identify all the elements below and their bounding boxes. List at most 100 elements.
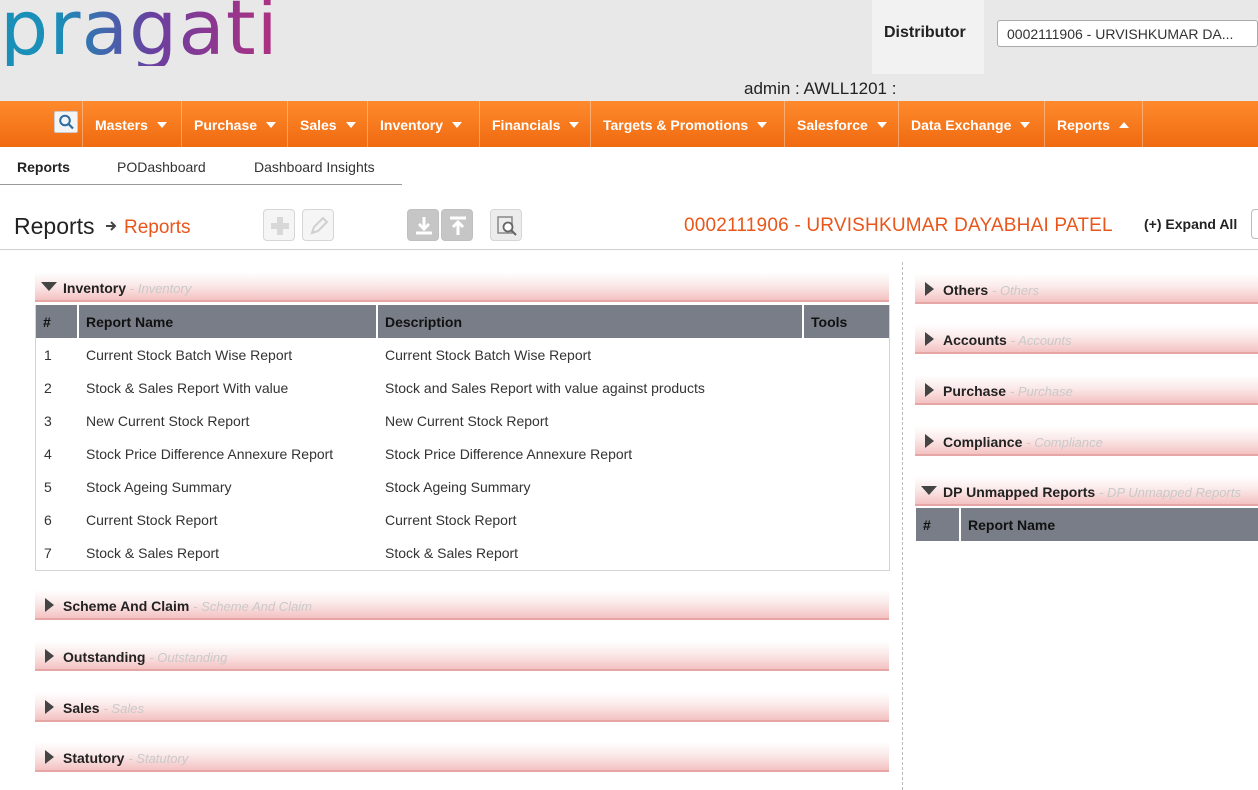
section-purchase-subtitle: - Purchase xyxy=(1009,384,1073,399)
caret-right-icon xyxy=(925,332,934,346)
section-sales[interactable]: Sales - Sales xyxy=(35,692,889,722)
section-compliance-subtitle: - Compliance xyxy=(1026,435,1103,450)
section-statutory-title: Statutory xyxy=(63,750,125,766)
row-number: 3 xyxy=(44,412,52,429)
caret-down-icon xyxy=(921,486,937,495)
caret-down-icon xyxy=(41,282,57,291)
table-row[interactable]: 5 Stock Ageing Summary Stock Ageing Summar… xyxy=(36,470,889,503)
section-accounts[interactable]: Accounts - Accounts xyxy=(915,324,1258,354)
report-name-link[interactable]: Current Stock Report xyxy=(78,503,377,536)
section-compliance-title: Compliance xyxy=(943,434,1023,450)
section-sales-subtitle: - Sales xyxy=(103,701,144,716)
breadcrumb-current[interactable]: Reports xyxy=(124,217,191,239)
chevron-down-icon xyxy=(569,122,580,128)
nav-data-exchange-label: Data Exchange xyxy=(911,117,1012,133)
chevron-down-icon xyxy=(345,122,356,128)
section-compliance[interactable]: Compliance - Compliance xyxy=(915,426,1258,456)
download-button[interactable] xyxy=(407,209,439,241)
report-name-link[interactable]: Stock & Sales Report With value xyxy=(78,371,377,404)
report-description: Stock Ageing Summary xyxy=(385,478,531,495)
report-name-link[interactable]: New Current Stock Report xyxy=(78,404,377,437)
table-row[interactable]: 3 New Current Stock Report New Current Sto… xyxy=(36,404,889,437)
section-outstanding[interactable]: Outstanding - Outstanding xyxy=(35,641,889,671)
section-dp-unmapped-reports[interactable]: DP Unmapped Reports - DP Unmapped Report… xyxy=(915,476,1258,506)
nav-salesforce-label: Salesforce xyxy=(797,117,868,133)
table-row[interactable]: 6 Current Stock Report Current Stock Repor… xyxy=(36,503,889,536)
report-name-link[interactable]: Stock & Sales Report xyxy=(78,536,377,569)
row-number: 2 xyxy=(44,379,52,396)
add-button[interactable] xyxy=(263,209,295,241)
column-header-description[interactable]: Description xyxy=(377,305,804,338)
table-row[interactable]: 4 Stock Price Difference Annexure Report S… xyxy=(36,437,889,470)
arrow-right-icon xyxy=(106,221,117,231)
nav-reports-label: Reports xyxy=(1057,117,1110,133)
nav-purchase[interactable]: Purchase xyxy=(194,101,277,147)
collapse-all-button[interactable] xyxy=(1251,209,1258,239)
section-purchase[interactable]: Purchase - Purchase xyxy=(915,375,1258,405)
upload-button[interactable] xyxy=(441,209,473,241)
report-name-link[interactable]: Stock Ageing Summary xyxy=(78,470,377,503)
divider xyxy=(0,249,1258,250)
report-description: New Current Stock Report xyxy=(385,412,549,429)
search-icon xyxy=(59,114,74,130)
column-header-report-name[interactable]: Report Name xyxy=(78,305,378,338)
table-row[interactable]: 7 Stock & Sales Report Stock & Sales Repor… xyxy=(36,536,889,569)
nav-reports[interactable]: Reports xyxy=(1057,101,1129,147)
table-row[interactable]: 2 Stock & Sales Report With value Stock an… xyxy=(36,371,889,404)
preview-button[interactable] xyxy=(490,209,522,241)
report-name-link[interactable]: Stock Price Difference Annexure Report xyxy=(78,437,377,470)
report-tools xyxy=(803,371,889,404)
section-dp-unmapped-title: DP Unmapped Reports xyxy=(943,484,1096,500)
report-description: Stock and Sales Report with value agains… xyxy=(385,379,705,396)
download-icon xyxy=(416,217,432,235)
caret-right-icon xyxy=(45,598,54,612)
table-header-row: # Report Name xyxy=(916,508,1258,541)
section-scheme-and-claim[interactable]: Scheme And Claim - Scheme And Claim xyxy=(35,590,889,620)
report-tools xyxy=(803,338,889,371)
column-header-tools: Tools xyxy=(803,305,889,338)
section-statutory[interactable]: Statutory - Statutory xyxy=(35,742,889,772)
report-name-link[interactable]: Current Stock Batch Wise Report xyxy=(78,338,377,371)
section-others-title: Others xyxy=(943,282,989,298)
expand-all-link[interactable]: (+) Expand All xyxy=(1144,216,1237,232)
nav-salesforce[interactable]: Salesforce xyxy=(797,101,887,147)
nav-inventory[interactable]: Inventory xyxy=(380,101,463,147)
section-inventory[interactable]: Inventory - Inventory xyxy=(35,272,889,302)
tab-reports[interactable]: Reports xyxy=(17,159,70,175)
section-scheme-title: Scheme And Claim xyxy=(63,598,190,614)
table-row[interactable]: 1 Current Stock Batch Wise Report Current … xyxy=(36,338,889,371)
row-number: 4 xyxy=(44,445,52,462)
admin-user-info: admin : AWLL1201 : xyxy=(744,79,897,98)
edit-button[interactable] xyxy=(302,209,334,241)
upload-icon xyxy=(450,216,466,235)
section-accounts-subtitle: - Accounts xyxy=(1010,333,1072,348)
sub-tabs: Reports PODashboard Dashboard Insights xyxy=(0,147,402,185)
section-others[interactable]: Others - Others xyxy=(915,274,1258,304)
section-purchase-title: Purchase xyxy=(943,383,1007,399)
report-tools xyxy=(803,536,889,569)
nav-masters[interactable]: Masters xyxy=(95,101,167,147)
report-description: Stock Price Difference Annexure Report xyxy=(385,445,633,462)
nav-data-exchange[interactable]: Data Exchange xyxy=(911,101,1031,147)
section-accounts-title: Accounts xyxy=(943,332,1007,348)
chevron-down-icon xyxy=(1020,122,1031,128)
nav-targets-promotions[interactable]: Targets & Promotions xyxy=(603,101,768,147)
column-header-report-name[interactable]: Report Name xyxy=(960,508,1258,541)
tab-podashboard[interactable]: PODashboard xyxy=(117,159,206,175)
inventory-report-table: # Report Name Description Tools 1 Current… xyxy=(36,305,889,569)
nav-sales[interactable]: Sales xyxy=(300,101,356,147)
report-description: Stock & Sales Report xyxy=(385,544,519,561)
logo-text: pragati xyxy=(0,0,279,66)
section-inventory-subtitle: - Inventory xyxy=(129,281,192,296)
section-inventory-title: Inventory xyxy=(63,280,127,296)
report-tools xyxy=(803,470,889,503)
nav-targets-promotions-label: Targets & Promotions xyxy=(603,117,749,133)
section-statutory-subtitle: - Statutory xyxy=(128,751,189,766)
distributor-heading: 0002111906 - URVISHKUMAR DAYABHAI PATEL xyxy=(684,215,1113,236)
chevron-down-icon xyxy=(757,122,768,128)
nav-search-button[interactable] xyxy=(54,111,78,133)
distributor-select[interactable]: 0002111906 - URVISHKUMAR DA... xyxy=(997,20,1258,47)
nav-financials-label: Financials xyxy=(492,117,561,133)
nav-financials[interactable]: Financials xyxy=(492,101,580,147)
tab-dashboard-insights[interactable]: Dashboard Insights xyxy=(254,159,375,175)
